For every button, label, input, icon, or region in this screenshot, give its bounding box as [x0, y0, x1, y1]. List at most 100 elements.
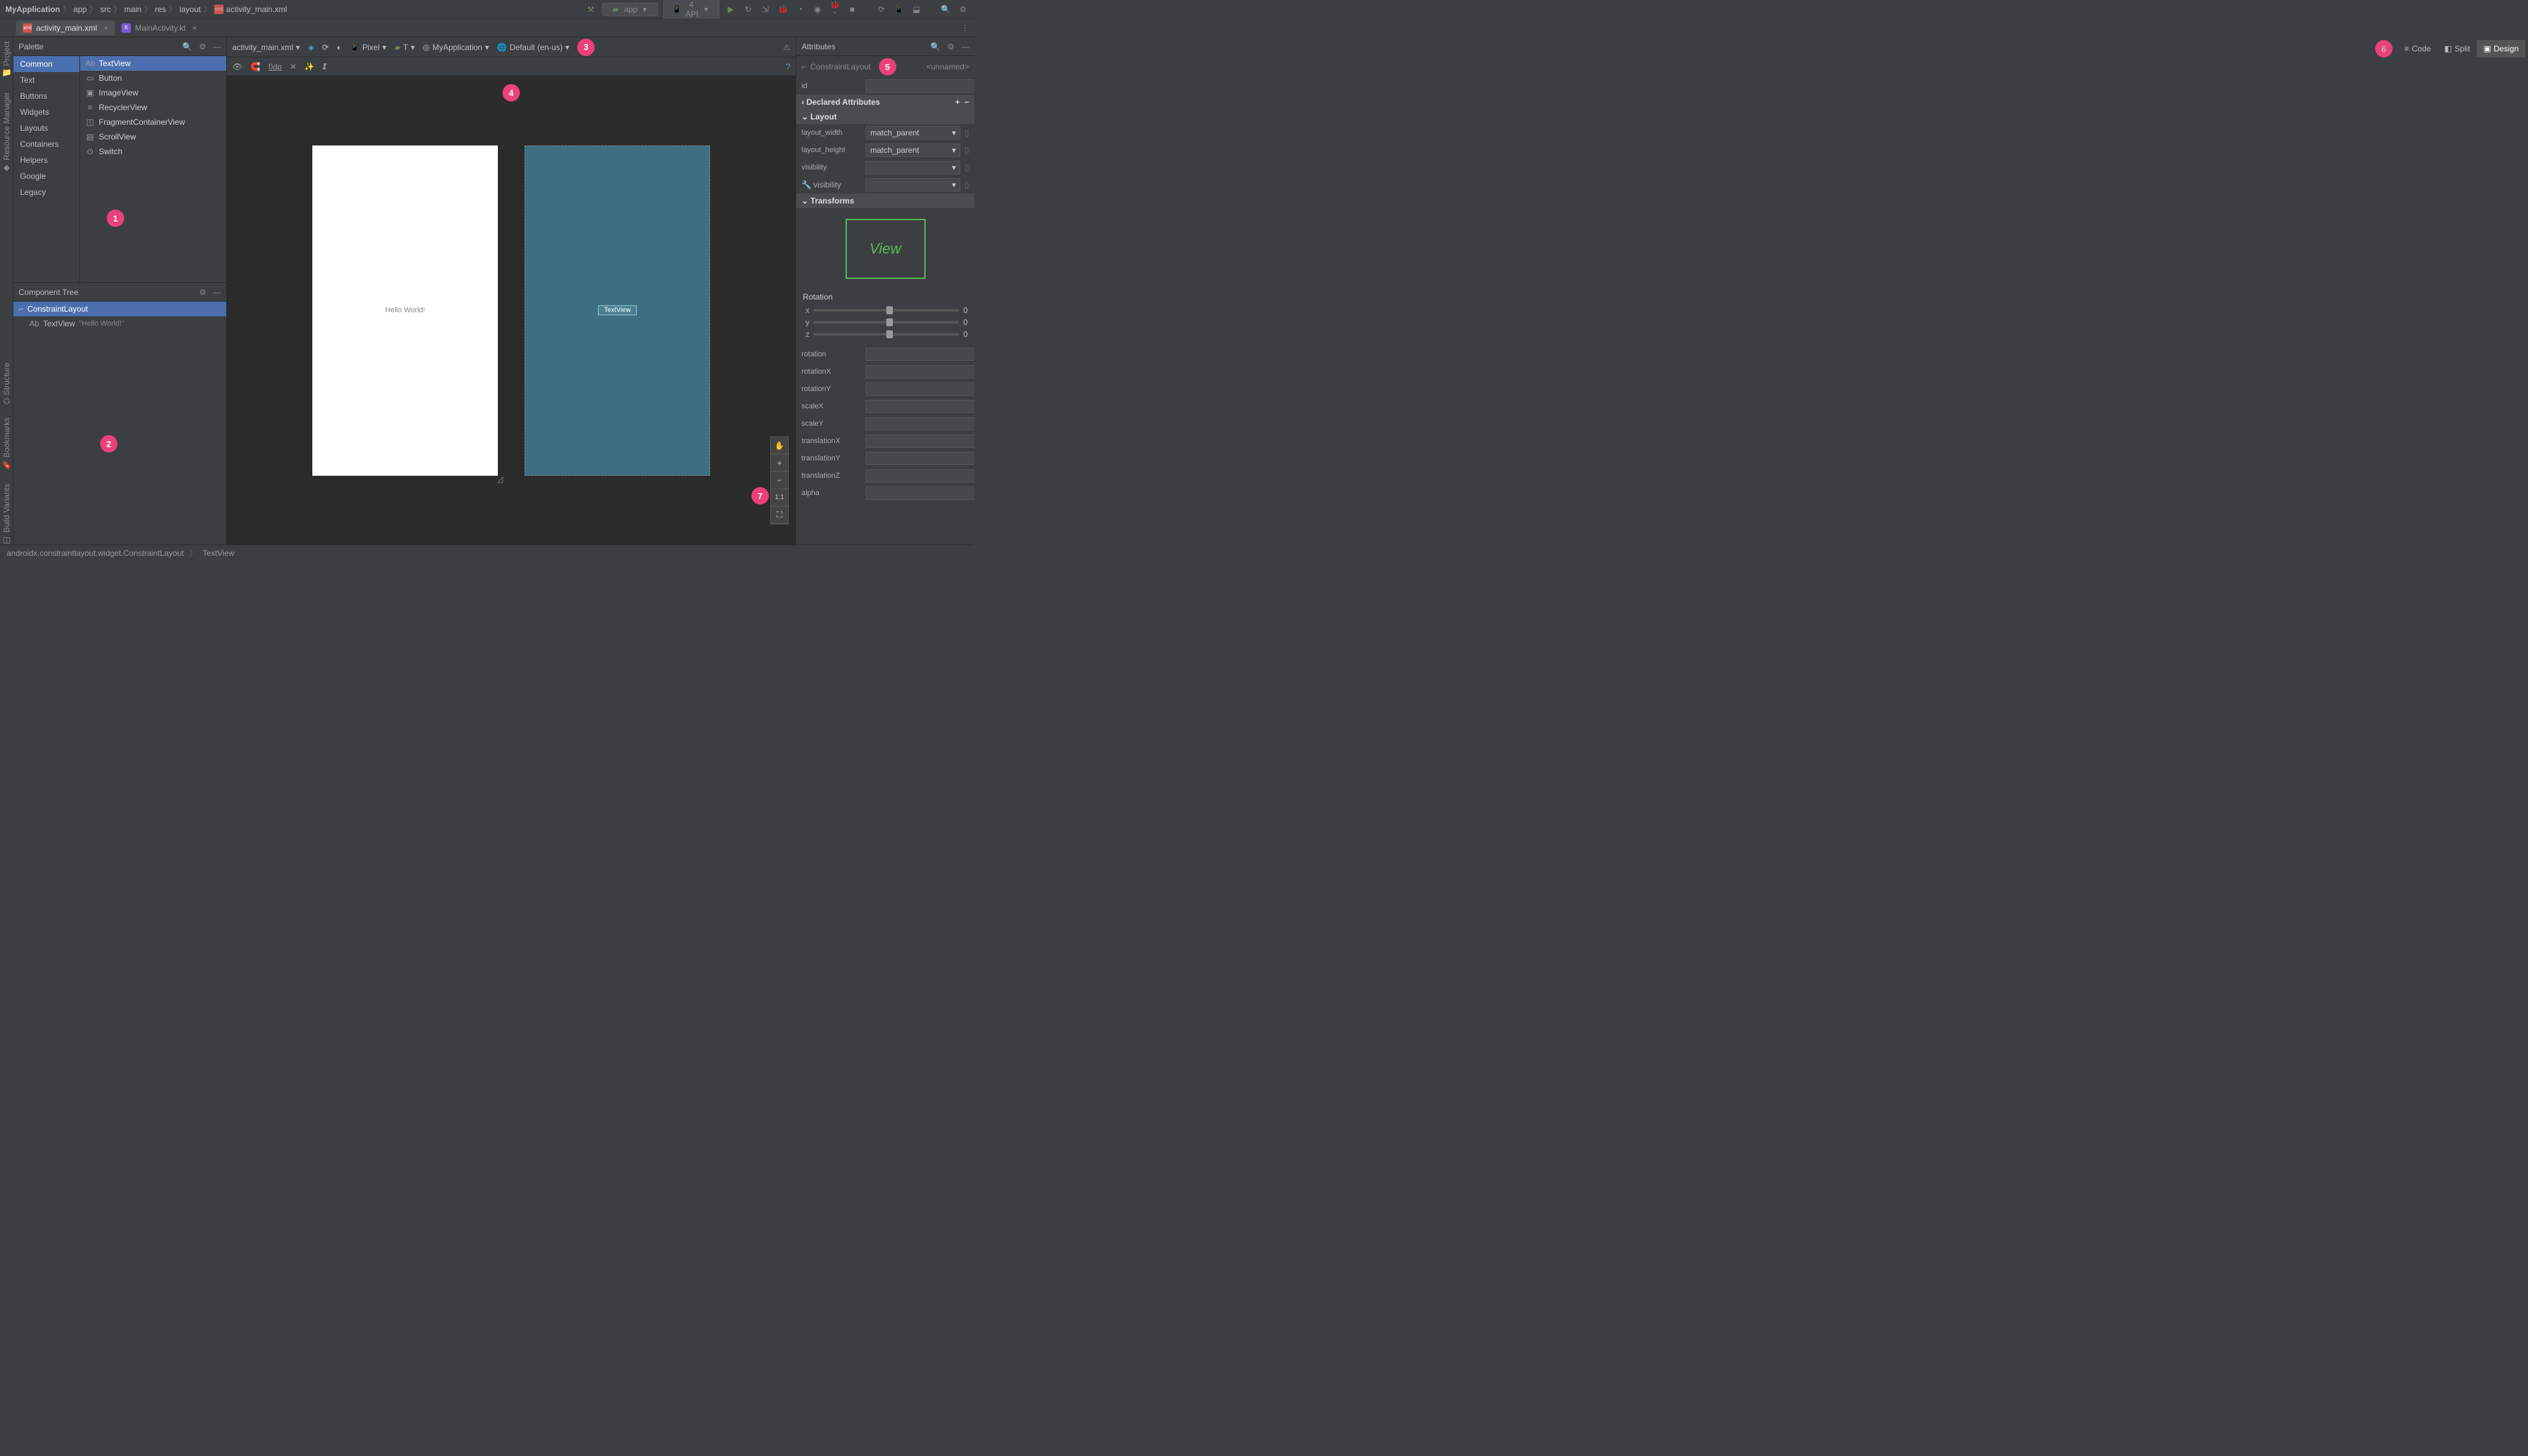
rerun-icon[interactable]: ↻ — [742, 5, 754, 14]
instant-run-icon[interactable]: ⇲ — [759, 5, 771, 14]
status-path[interactable]: androidx.constraintlayout.widget.Constra… — [7, 549, 184, 558]
palette-cat-layouts[interactable]: Layouts — [13, 120, 79, 136]
slider-y-track[interactable] — [814, 321, 959, 324]
run-icon[interactable]: ▶ — [725, 5, 737, 14]
infer-constraints-icon[interactable]: ✨ — [304, 62, 314, 71]
clear-constraints-icon[interactable]: ✕ — [290, 62, 296, 71]
pan-icon[interactable]: ✋ — [771, 437, 788, 454]
stop-icon[interactable]: ■ — [846, 5, 858, 14]
attr-id-input[interactable] — [866, 79, 974, 93]
translationZ-input[interactable] — [866, 469, 974, 482]
tab-main-activity[interactable]: K MainActivity.kt × — [115, 21, 204, 35]
palette-item-imageview[interactable]: ▣ImageView — [80, 85, 226, 100]
palette-cat-containers[interactable]: Containers — [13, 136, 79, 152]
default-margin[interactable]: 0dp — [268, 62, 282, 71]
resize-handle-icon[interactable]: ◿ — [497, 474, 503, 484]
palette-cat-widgets[interactable]: Widgets — [13, 104, 79, 120]
guidelines-icon[interactable]: 𝙄 — [322, 62, 326, 71]
flag-icon[interactable]: ▯ — [964, 128, 969, 137]
tool-project[interactable]: 📁Project — [2, 41, 11, 79]
view-mode-code[interactable]: ≡Code — [2398, 40, 2438, 57]
scaleX-input[interactable] — [866, 400, 974, 413]
build-hammer-icon[interactable]: ⚒ — [585, 5, 597, 14]
gear-icon[interactable]: ⚙ — [199, 42, 206, 51]
locale-selector[interactable]: 🌐Default (en-us)▾ — [497, 43, 569, 52]
device-selector[interactable]: 📱Pixel▾ — [350, 43, 386, 52]
visibility-select[interactable]: ▾ — [866, 161, 960, 174]
layout-width-select[interactable]: match_parent▾ — [866, 126, 960, 139]
status-child[interactable]: TextView — [203, 549, 235, 558]
palette-item-button[interactable]: ▭Button — [80, 71, 226, 85]
palette-item-textview[interactable]: AbTextView — [80, 56, 226, 71]
rotationX-input[interactable] — [866, 365, 974, 378]
more-icon[interactable]: ⋮ — [961, 23, 969, 33]
view-mode-design[interactable]: ▣Design — [2477, 40, 2525, 57]
flag-icon[interactable]: ▯ — [964, 180, 969, 190]
api-selector[interactable]: ▰T▾ — [394, 43, 415, 52]
magnet-icon[interactable]: 🧲 — [250, 62, 260, 71]
add-icon[interactable]: + — [955, 97, 960, 107]
view-mode-split[interactable]: ◧Split — [2438, 40, 2477, 57]
palette-item-switch[interactable]: ⊙Switch — [80, 144, 226, 159]
palette-item-scrollview[interactable]: ▤ScrollView — [80, 129, 226, 144]
zoom-in-icon[interactable]: + — [771, 454, 788, 472]
translationY-input[interactable] — [866, 452, 974, 465]
debug-icon[interactable]: 🐞 — [777, 5, 789, 14]
palette-cat-common[interactable]: Common — [13, 56, 79, 72]
surface-selector[interactable]: ◈ — [308, 43, 314, 52]
close-icon[interactable]: × — [192, 23, 197, 33]
close-icon[interactable]: × — [103, 23, 108, 33]
attach-debug-icon[interactable]: 🐞⁺ — [829, 0, 841, 19]
flag-icon[interactable]: ▯ — [964, 163, 969, 172]
file-selector[interactable]: activity_main.xml▾ — [232, 43, 300, 52]
coverage-icon[interactable]: ◉ — [812, 5, 824, 14]
slider-z-track[interactable] — [814, 333, 959, 336]
breadcrumb-main[interactable]: main — [124, 5, 141, 14]
palette-item-fragmentcontainer[interactable]: ◫FragmentContainerView — [80, 115, 226, 129]
translationX-input[interactable] — [866, 434, 974, 448]
zoom-out-icon[interactable]: − — [771, 472, 788, 489]
blueprint-preview[interactable]: TextView — [525, 145, 710, 476]
help-icon[interactable]: ? — [785, 62, 790, 71]
warning-icon[interactable]: ⚠ — [783, 43, 790, 52]
sdk-icon[interactable]: ⬓ — [910, 5, 922, 14]
search-icon[interactable]: 🔍 — [930, 42, 940, 51]
layout-height-select[interactable]: match_parent▾ — [866, 143, 960, 157]
tool-bookmarks[interactable]: 🔖Bookmarks — [2, 418, 11, 470]
tool-build-variants[interactable]: ◫Build Variants — [2, 484, 11, 544]
rotation-input[interactable] — [866, 348, 974, 361]
declared-attributes-header[interactable]: › Declared Attributes + − — [796, 95, 974, 109]
search-everywhere-icon[interactable]: 🔍 — [940, 5, 952, 14]
tool-structure[interactable]: ⌬Structure — [2, 362, 11, 404]
breadcrumb-layout[interactable]: layout — [180, 5, 201, 14]
breadcrumb-res[interactable]: res — [155, 5, 166, 14]
profile-icon[interactable]: ◔ — [794, 5, 806, 14]
tools-visibility-select[interactable]: ▾ — [866, 178, 960, 192]
night-mode-icon[interactable]: ◐ — [337, 43, 342, 52]
palette-cat-text[interactable]: Text — [13, 72, 79, 88]
slider-x-track[interactable] — [814, 309, 959, 312]
blueprint-textview-chip[interactable]: TextView — [598, 306, 637, 316]
orientation-icon[interactable]: ⟳ — [322, 43, 329, 52]
tab-activity-main[interactable]: xml activity_main.xml × — [16, 21, 115, 35]
settings-gear-icon[interactable]: ⚙ — [957, 5, 969, 14]
minimize-icon[interactable]: — — [961, 42, 969, 51]
rotationY-input[interactable] — [866, 382, 974, 396]
breadcrumb-app[interactable]: app — [73, 5, 87, 14]
tool-resource-manager[interactable]: ◆Resource Manager — [2, 92, 11, 172]
layout-section-header[interactable]: ⌄ Layout — [796, 109, 974, 124]
app-theme-selector[interactable]: ◎MyApplication▾ — [423, 43, 489, 52]
slider-thumb[interactable] — [886, 306, 893, 314]
design-preview[interactable]: Hello World! ◿ — [312, 145, 498, 476]
palette-cat-google[interactable]: Google — [13, 168, 79, 184]
breadcrumb-file[interactable]: activity_main.xml — [226, 5, 287, 14]
slider-thumb[interactable] — [886, 330, 893, 338]
minimize-icon[interactable]: — — [213, 42, 221, 51]
zoom-reset[interactable]: 1:1 — [771, 489, 788, 506]
design-surface[interactable]: 4 Hello World! ◿ TextView ✋ + − 1:1 ⛶ 7 — [227, 76, 796, 544]
eye-icon[interactable]: 👁 — [232, 62, 242, 71]
scaleY-input[interactable] — [866, 417, 974, 430]
remove-icon[interactable]: − — [964, 97, 969, 107]
palette-cat-helpers[interactable]: Helpers — [13, 152, 79, 168]
tree-constraintlayout[interactable]: ⌐ ConstraintLayout — [13, 302, 226, 316]
